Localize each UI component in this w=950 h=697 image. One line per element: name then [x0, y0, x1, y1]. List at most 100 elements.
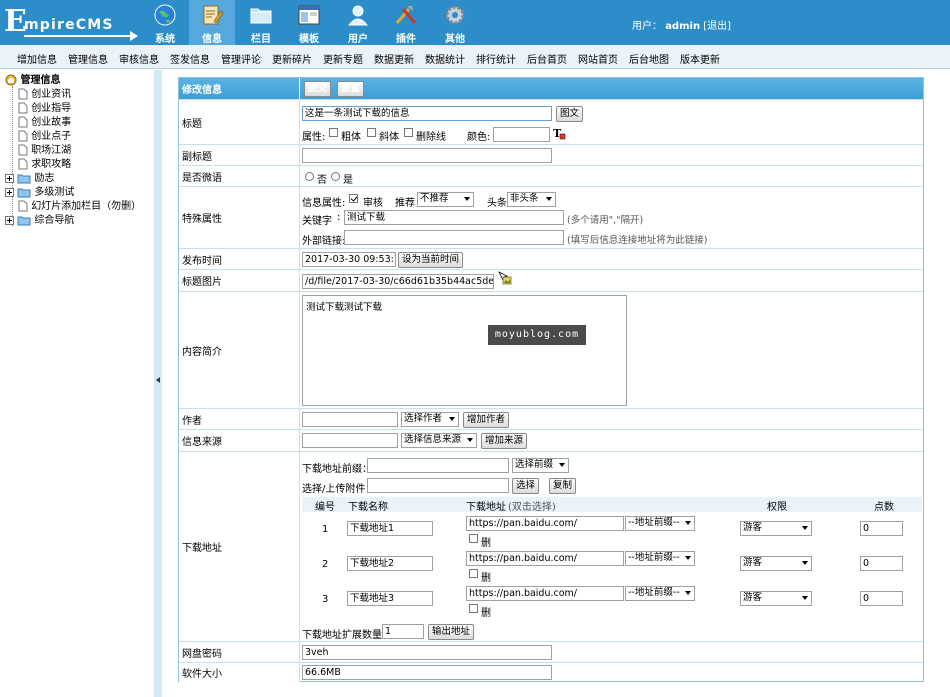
points-input[interactable]: 0 — [860, 521, 903, 536]
set-now-button[interactable]: 设为当前时间 — [398, 252, 464, 268]
submenu-rank-stats[interactable]: 排行统计 — [476, 51, 516, 66]
microblog-yes-radio[interactable] — [331, 172, 340, 181]
expand-plus-icon[interactable] — [5, 187, 14, 197]
submenu-update-topic[interactable]: 更新专题 — [323, 51, 363, 66]
color-input[interactable] — [493, 127, 550, 142]
author-select[interactable]: 选择作者 — [401, 412, 459, 427]
download-prefix-select[interactable]: 选择前缀 — [512, 458, 569, 473]
tree-item[interactable]: 幻灯片添加栏目（勿删） — [18, 200, 141, 214]
pan-password-input[interactable]: 3veh — [302, 645, 552, 660]
tree-item[interactable]: 求职攻略 — [18, 158, 71, 172]
nav-system[interactable]: 系统 — [142, 0, 188, 45]
output-urls-button[interactable]: 输出地址 — [428, 624, 475, 640]
permission-select[interactable]: 游客 — [740, 556, 812, 571]
source-input[interactable] — [302, 433, 398, 448]
source-select[interactable]: 选择信息来源 — [401, 433, 477, 448]
permission-select[interactable]: 游客 — [740, 521, 812, 536]
submenu-add-info[interactable]: 增加信息 — [17, 51, 57, 66]
delete-checkbox[interactable] — [469, 569, 478, 578]
document-edit-icon — [203, 5, 224, 25]
nav-template[interactable]: 模板 — [286, 0, 332, 45]
microblog-no-radio[interactable] — [305, 172, 314, 181]
delete-checkbox[interactable] — [469, 604, 478, 613]
nav-user[interactable]: 用户 — [335, 0, 381, 45]
submenu-audit-info[interactable]: 审核信息 — [119, 51, 159, 66]
title-pic-input[interactable]: /d/file/2017-03-30/c66d61b35b44ac5de2a03 — [302, 274, 494, 289]
image-select-icon[interactable] — [498, 271, 512, 285]
submenu-update-fragment[interactable]: 更新碎片 — [272, 51, 312, 66]
delete-checkbox[interactable] — [469, 534, 478, 543]
nav-plugin[interactable]: 插件 — [383, 0, 429, 45]
title-input[interactable]: 这是一条测试下载的信息 — [302, 106, 552, 121]
download-prefix-input[interactable] — [367, 458, 509, 473]
col-url-hint: (双击选择) — [508, 502, 556, 513]
external-link-input[interactable] — [344, 230, 564, 245]
empirecms-logo[interactable]: E mpireCMS — [4, 5, 138, 41]
logout-link[interactable]: [退出] — [703, 21, 731, 32]
tree-folder[interactable]: 励志 — [5, 172, 54, 186]
tree-root[interactable]: 管理信息 — [5, 74, 60, 88]
add-source-button[interactable]: 增加来源 — [481, 433, 528, 449]
download-name-input[interactable]: 下载地址3 — [347, 591, 433, 606]
audit-checkbox[interactable] — [349, 194, 358, 203]
upload-input[interactable] — [367, 478, 509, 493]
recommend-select[interactable]: 不推荐 — [417, 192, 474, 207]
headline-select[interactable]: 非头条 — [507, 192, 556, 207]
expand-plus-icon[interactable] — [5, 173, 14, 183]
download-url-input[interactable]: https://pan.baidu.com/ — [466, 551, 624, 566]
submenu-site-home[interactable]: 网站首页 — [578, 51, 618, 66]
tree-item[interactable]: 创业点子 — [18, 130, 71, 144]
ext-count-input[interactable]: 1 — [382, 624, 424, 639]
nav-info[interactable]: 信息 — [189, 0, 235, 45]
points-input[interactable]: 0 — [860, 591, 903, 606]
publish-time-label: 发布时间 — [179, 249, 300, 269]
url-prefix-select[interactable]: --地址前缀-- — [625, 586, 695, 601]
submenu-version-update[interactable]: 版本更新 — [680, 51, 720, 66]
software-size-input[interactable]: 66.6MB — [302, 665, 552, 680]
reset-button[interactable]: 重置 — [337, 81, 365, 97]
strike-checkbox[interactable] — [404, 128, 413, 137]
submenu-admin-home[interactable]: 后台首页 — [527, 51, 567, 66]
tree-folder[interactable]: 多级测试 — [5, 186, 74, 200]
copy-button[interactable]: 复制 — [549, 478, 577, 494]
download-name-input[interactable]: 下载地址1 — [347, 521, 433, 536]
tree-item[interactable]: 创业故事 — [18, 116, 71, 130]
tree-item[interactable]: 创业指导 — [18, 102, 71, 116]
nav-column[interactable]: 栏目 — [238, 0, 284, 45]
keyword-input[interactable]: 测试下载 — [344, 210, 564, 225]
points-input[interactable]: 0 — [860, 556, 903, 571]
expand-plus-icon[interactable] — [5, 215, 14, 225]
subtitle-input[interactable] — [302, 148, 552, 163]
submenu-data-update[interactable]: 数据更新 — [374, 51, 414, 66]
color-picker-icon[interactable]: T — [553, 127, 566, 140]
sidebar-collapse-bar[interactable] — [154, 70, 162, 697]
submenu-data-stats[interactable]: 数据统计 — [425, 51, 465, 66]
italic-checkbox[interactable] — [367, 128, 376, 137]
url-prefix-select[interactable]: --地址前缀-- — [625, 551, 695, 566]
submenu-manage-comment[interactable]: 管理评论 — [221, 51, 261, 66]
choose-file-button[interactable]: 选择 — [512, 478, 540, 494]
image-text-button[interactable]: 图文 — [556, 106, 584, 122]
permission-select[interactable]: 游客 — [740, 591, 812, 606]
add-author-button[interactable]: 增加作者 — [463, 412, 510, 428]
tree-item-label: 创业点子 — [31, 131, 72, 142]
publish-time-input[interactable]: 2017-03-30 09:53:11 — [302, 252, 396, 267]
url-prefix-select-value: --地址前缀-- — [628, 552, 680, 563]
tree-item[interactable]: 创业资讯 — [18, 88, 71, 102]
publish-time-row: 发布时间 2017-03-30 09:53:11 设为当前时间 — [179, 249, 923, 270]
download-url-input[interactable]: https://pan.baidu.com/ — [466, 586, 624, 601]
submenu-manage-info[interactable]: 管理信息 — [68, 51, 108, 66]
intro-textarea[interactable]: 测试下载测试下载 — [302, 295, 627, 406]
user-bar: 用户： admin [退出] — [632, 17, 731, 32]
url-prefix-select[interactable]: --地址前缀-- — [625, 516, 695, 531]
nav-other[interactable]: 其他 — [432, 0, 478, 45]
submit-button[interactable]: 提交 — [304, 81, 332, 97]
submenu-admin-map[interactable]: 后台地图 — [629, 51, 669, 66]
tree-folder[interactable]: 综合导航 — [5, 214, 74, 228]
bold-checkbox[interactable] — [329, 128, 338, 137]
tree-item[interactable]: 职场江湖 — [18, 144, 71, 158]
download-url-input[interactable]: https://pan.baidu.com/ — [466, 516, 624, 531]
submenu-sign-info[interactable]: 签发信息 — [170, 51, 210, 66]
download-name-input[interactable]: 下载地址2 — [347, 556, 433, 571]
author-input[interactable] — [302, 412, 398, 427]
